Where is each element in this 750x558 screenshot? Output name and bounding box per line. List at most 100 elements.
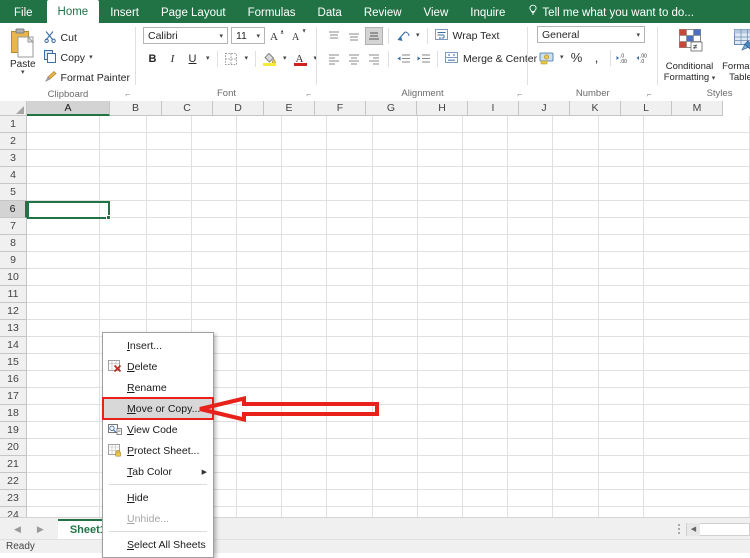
cell-I14[interactable] (417, 337, 463, 354)
row-header-7[interactable]: 7 (0, 218, 27, 235)
cell-B7[interactable] (100, 218, 147, 235)
cell-I9[interactable] (417, 252, 463, 269)
cell-K18[interactable] (508, 405, 554, 422)
cell-C10[interactable] (146, 269, 192, 286)
cell-F2[interactable] (282, 133, 328, 150)
cell-F12[interactable] (282, 303, 328, 320)
cell-J11[interactable] (463, 286, 509, 303)
borders-caret-icon[interactable]: ▾ (242, 55, 252, 62)
cell-F16[interactable] (282, 371, 328, 388)
cell-D11[interactable] (191, 286, 237, 303)
row-header-22[interactable]: 22 (0, 473, 27, 490)
cell-H7[interactable] (372, 218, 418, 235)
cell-L7[interactable] (553, 218, 599, 235)
cell-I6[interactable] (417, 201, 463, 218)
cell-I4[interactable] (417, 167, 463, 184)
cell-H8[interactable] (372, 235, 418, 252)
align-left-button[interactable] (325, 50, 343, 68)
cell-H20[interactable] (372, 439, 418, 456)
cell-D10[interactable] (191, 269, 237, 286)
cell-D8[interactable] (191, 235, 237, 252)
row-header-20[interactable]: 20 (0, 439, 27, 456)
align-middle-button[interactable] (345, 27, 363, 45)
decrease-indent-button[interactable] (394, 50, 412, 68)
cell-E6[interactable] (236, 201, 283, 218)
cell-H14[interactable] (372, 337, 418, 354)
cell-M8[interactable] (598, 235, 644, 252)
cell-G4[interactable] (327, 167, 373, 184)
cell-L3[interactable] (553, 150, 599, 167)
cell-H10[interactable] (372, 269, 418, 286)
scroll-left-icon[interactable]: ◀ (687, 522, 700, 536)
align-right-button[interactable] (365, 50, 383, 68)
cell-G9[interactable] (327, 252, 373, 269)
cell-I5[interactable] (417, 184, 463, 201)
menu-item-tab-color[interactable]: Tab Color ▶ (103, 461, 213, 482)
cell-C9[interactable] (146, 252, 192, 269)
column-header-F[interactable]: F (315, 101, 366, 116)
cell-L23[interactable] (553, 490, 599, 507)
cell-L15[interactable] (553, 354, 599, 371)
menu-item-delete[interactable]: Delete (103, 356, 213, 377)
cell-K4[interactable] (508, 167, 554, 184)
cell-L13[interactable] (553, 320, 599, 337)
conditional-formatting-caret-icon[interactable]: ▾ (712, 75, 716, 82)
cell-G1[interactable] (327, 116, 373, 133)
cell-G10[interactable] (327, 269, 373, 286)
cell-H12[interactable] (372, 303, 418, 320)
fill-color-button[interactable] (260, 49, 279, 68)
row-header-15[interactable]: 15 (0, 354, 27, 371)
cell-A16[interactable] (27, 371, 101, 388)
cell-B8[interactable] (100, 235, 147, 252)
cell-H23[interactable] (372, 490, 418, 507)
row-header-16[interactable]: 16 (0, 371, 27, 388)
cell-I7[interactable] (417, 218, 463, 235)
cell-K16[interactable] (508, 371, 554, 388)
cell-D3[interactable] (191, 150, 237, 167)
menu-item-insert[interactable]: Insert... (103, 335, 213, 356)
cell-I12[interactable] (417, 303, 463, 320)
cell-K7[interactable] (508, 218, 554, 235)
fill-handle[interactable] (106, 215, 111, 220)
cell-L18[interactable] (553, 405, 599, 422)
cell-J16[interactable] (463, 371, 509, 388)
sheet-tab-context-menu[interactable]: Insert... Delete Rename Move or Copy... View… (102, 332, 214, 558)
cell-K19[interactable] (508, 422, 554, 439)
cell-F11[interactable] (282, 286, 328, 303)
cell-F6[interactable] (282, 201, 328, 218)
cell-H4[interactable] (372, 167, 418, 184)
cell-K20[interactable] (508, 439, 554, 456)
cell-I10[interactable] (417, 269, 463, 286)
cell-M12[interactable] (598, 303, 644, 320)
cell-J5[interactable] (463, 184, 509, 201)
cell-J1[interactable] (463, 116, 509, 133)
cell-M23[interactable] (598, 490, 644, 507)
row-header-13[interactable]: 13 (0, 320, 27, 337)
cell-L12[interactable] (553, 303, 599, 320)
font-name-caret-icon[interactable]: ▾ (217, 32, 225, 40)
select-all-corner-button[interactable] (0, 101, 27, 116)
cell-J7[interactable] (463, 218, 509, 235)
cell-A14[interactable] (27, 337, 101, 354)
cell-K11[interactable] (508, 286, 554, 303)
decrease-decimal-button[interactable]: .00.0 (634, 48, 654, 67)
cell-D12[interactable] (191, 303, 237, 320)
cell-A15[interactable] (27, 354, 101, 371)
percent-style-button[interactable]: % (567, 48, 587, 67)
cell-G8[interactable] (327, 235, 373, 252)
horizontal-scrollbar[interactable]: ◀ (672, 518, 750, 540)
cell-K1[interactable] (508, 116, 554, 133)
cell-E10[interactable] (236, 269, 283, 286)
cell-F9[interactable] (282, 252, 328, 269)
number-format-caret-icon[interactable]: ▾ (634, 31, 642, 39)
cell-E3[interactable] (236, 150, 283, 167)
align-center-button[interactable] (345, 50, 363, 68)
cell-L6[interactable] (553, 201, 599, 218)
cell-A3[interactable] (27, 150, 101, 167)
tab-data[interactable]: Data (307, 2, 353, 23)
cell-B4[interactable] (100, 167, 147, 184)
cell-F4[interactable] (282, 167, 328, 184)
row-header-18[interactable]: 18 (0, 405, 27, 422)
column-header-E[interactable]: E (264, 101, 315, 116)
next-sheet-icon[interactable]: ▶ (37, 524, 44, 535)
